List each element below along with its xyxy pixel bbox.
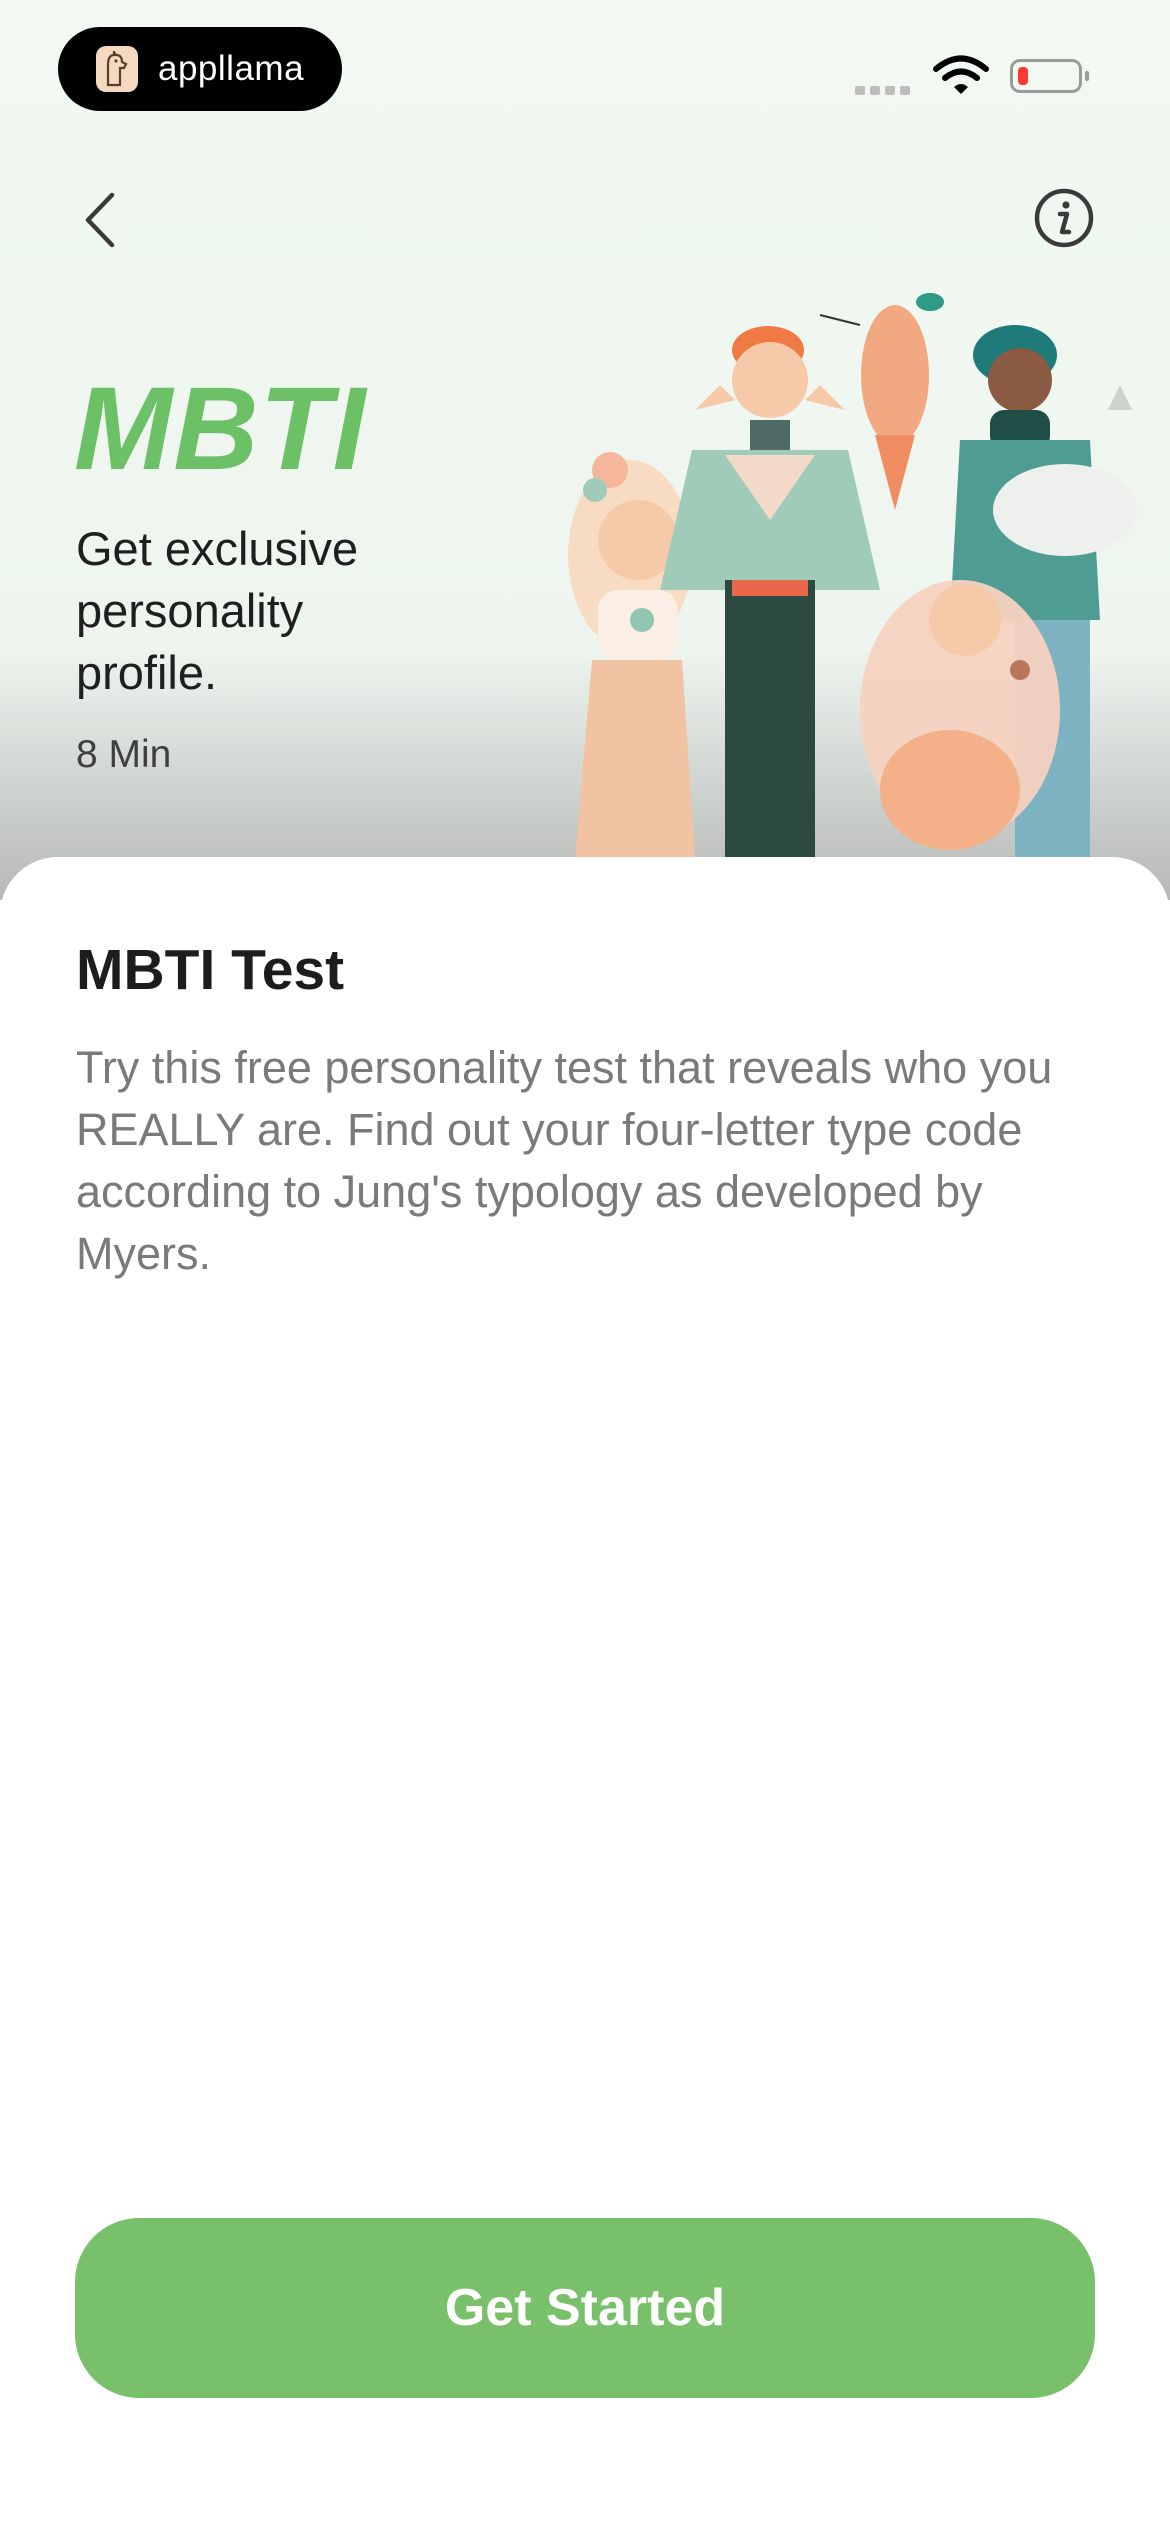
- battery-cap: [1085, 71, 1089, 81]
- cellular-signal-icon: [855, 86, 910, 95]
- info-button[interactable]: [1033, 187, 1095, 249]
- get-started-button[interactable]: Get Started: [75, 2218, 1095, 2398]
- test-duration: 8 Min: [76, 733, 172, 776]
- battery-level-fill: [1018, 67, 1028, 85]
- back-button[interactable]: [70, 185, 130, 255]
- decoration-leaf: [583, 478, 607, 502]
- hero-subtitle: Get exclusive personality profile.: [76, 522, 359, 699]
- decoration-tree: [1108, 385, 1132, 410]
- app-badge: appllama: [58, 27, 342, 111]
- hero-title: MBTI: [74, 363, 367, 495]
- llama-logo-icon: [96, 46, 138, 92]
- hero-section: appllama MBTI Get exclusive personality …: [0, 0, 1170, 900]
- wifi-icon: [933, 55, 989, 94]
- card-title: MBTI Test: [76, 938, 345, 1002]
- group-of-characters-illustration: [568, 293, 1137, 860]
- man-figure-center: [660, 326, 880, 860]
- chevron-left-icon: [85, 192, 115, 248]
- info-circle-icon: [1034, 188, 1094, 248]
- app-name: appllama: [158, 49, 305, 88]
- girl-figure-left: [568, 460, 695, 860]
- battery-low-icon: [1010, 59, 1082, 93]
- card-description: Try this free personality test that reve…: [76, 1042, 1053, 1279]
